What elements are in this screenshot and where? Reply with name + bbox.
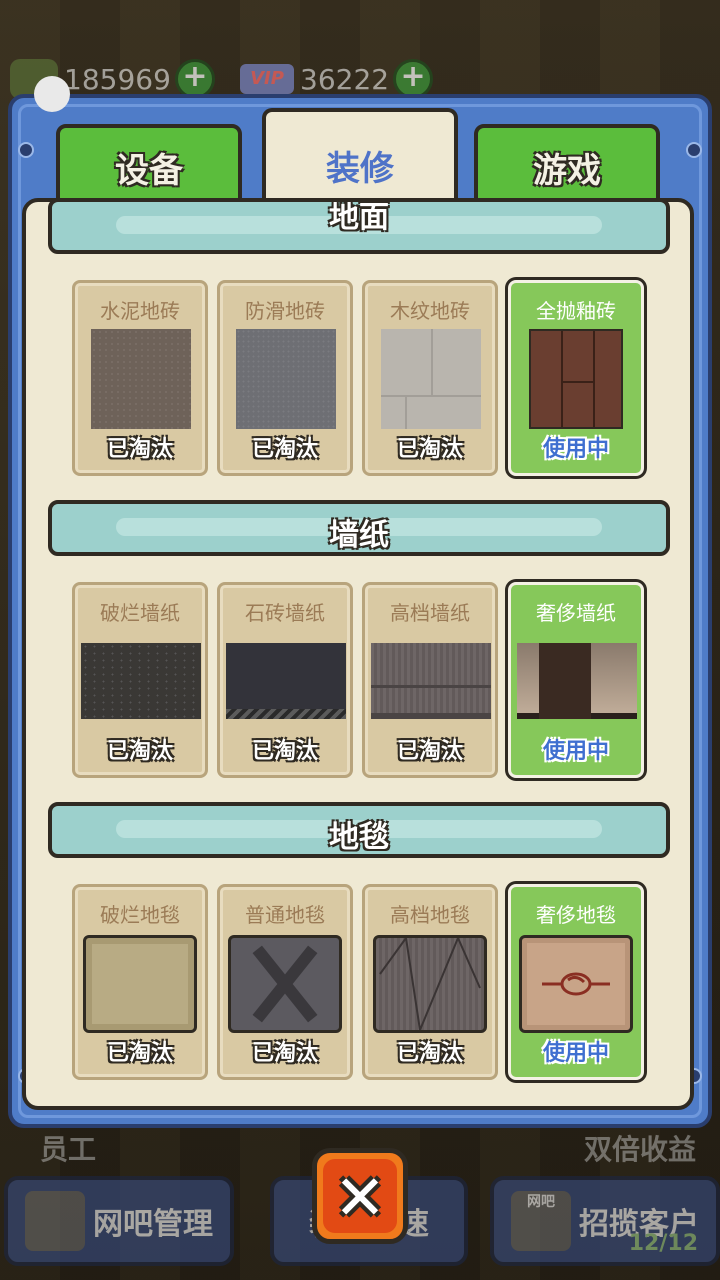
item-status: 已淘汰 xyxy=(396,739,463,764)
section-header-floor: 地面 xyxy=(48,200,670,254)
carpet-item-normal[interactable]: 普通地毯 已淘汰 xyxy=(217,884,353,1080)
x-pattern-icon xyxy=(252,945,318,1023)
luxury-wallpaper-swatch xyxy=(517,643,637,719)
item-status: 使用中 xyxy=(542,1041,609,1066)
premium-carpet-swatch xyxy=(373,935,487,1033)
item-name: 全抛釉砖 xyxy=(536,299,616,323)
item-name: 普通地毯 xyxy=(245,903,325,927)
carpet-item-luxury[interactable]: 奢侈地毯 使用中 xyxy=(508,884,644,1080)
staff-label: 员工 xyxy=(40,1133,97,1166)
vip-icon: VIP xyxy=(240,64,294,94)
woodgrain-tile-swatch xyxy=(381,329,481,429)
item-status: 已淘汰 xyxy=(396,437,463,462)
section-title: 墙纸 xyxy=(329,518,389,553)
item-status: 已淘汰 xyxy=(251,437,318,462)
item-name: 高档墙纸 xyxy=(390,601,470,625)
recruit-button[interactable]: 网吧 招揽客户 12/12 xyxy=(490,1176,720,1266)
item-status: 已淘汰 xyxy=(106,437,173,462)
section-header-carpet: 地毯 xyxy=(48,802,670,858)
decoration-panel[interactable]: 地面 水泥地砖 已淘汰 防滑地砖 已淘汰 木纹地砖 已淘汰 全抛釉砖 使用中 墙… xyxy=(22,198,694,1110)
item-name: 破烂墙纸 xyxy=(100,601,180,625)
carpet-item-shabby[interactable]: 破烂地毯 已淘汰 xyxy=(72,884,208,1080)
section-title: 地面 xyxy=(329,200,389,235)
item-status: 已淘汰 xyxy=(251,1041,318,1066)
coin-count: 185969 xyxy=(64,62,171,96)
item-name: 木纹地砖 xyxy=(390,299,470,323)
bolt-icon xyxy=(18,142,34,158)
glazed-tile-swatch xyxy=(529,329,623,429)
normal-carpet-swatch xyxy=(228,935,342,1033)
item-name: 奢侈墙纸 xyxy=(536,601,616,625)
premium-wallpaper-swatch xyxy=(371,643,491,719)
add-vip-button[interactable]: + xyxy=(393,59,434,99)
item-name: 防滑地砖 xyxy=(245,299,325,323)
floating-assist-dot[interactable] xyxy=(34,76,70,112)
item-name: 破烂地毯 xyxy=(100,903,180,927)
close-button[interactable]: ✕ xyxy=(312,1148,408,1244)
wallpaper-item-luxury[interactable]: 奢侈墙纸 使用中 xyxy=(508,582,644,778)
close-icon: ✕ xyxy=(334,1161,386,1234)
item-status: 已淘汰 xyxy=(106,1041,173,1066)
section-header-wallpaper: 墙纸 xyxy=(48,500,670,556)
cement-tile-swatch xyxy=(91,329,191,429)
wallpaper-item-shabby[interactable]: 破烂墙纸 已淘汰 xyxy=(72,582,208,778)
vip-count: 36222 xyxy=(300,62,390,96)
item-name: 高档地毯 xyxy=(390,903,470,927)
shabby-wallpaper-swatch xyxy=(81,643,201,719)
wallpaper-item-stone[interactable]: 石砖墙纸 已淘汰 xyxy=(217,582,353,778)
vip-resource: VIP 36222 + xyxy=(240,59,434,99)
item-name: 奢侈地毯 xyxy=(536,903,616,927)
item-name: 水泥地砖 xyxy=(100,299,180,323)
manage-button[interactable]: 网吧管理 xyxy=(4,1176,234,1266)
floor-item-woodgrain[interactable]: 木纹地砖 已淘汰 xyxy=(362,280,498,476)
item-status: 已淘汰 xyxy=(106,739,173,764)
item-status: 使用中 xyxy=(542,739,609,764)
section-title: 地毯 xyxy=(329,820,389,855)
floor-item-glazed[interactable]: 全抛釉砖 使用中 xyxy=(508,280,644,476)
item-name: 石砖墙纸 xyxy=(245,601,325,625)
shabby-carpet-swatch xyxy=(83,935,197,1033)
stone-wallpaper-swatch xyxy=(226,643,346,719)
carpet-item-premium[interactable]: 高档地毯 已淘汰 xyxy=(362,884,498,1080)
item-status: 使用中 xyxy=(542,437,609,462)
add-coins-button[interactable]: + xyxy=(174,59,215,99)
floor-item-antislip[interactable]: 防滑地砖 已淘汰 xyxy=(217,280,353,476)
emblem-icon xyxy=(542,972,610,996)
luxury-carpet-swatch xyxy=(519,935,633,1033)
shop-icon: 网吧 xyxy=(511,1191,571,1251)
item-status: 已淘汰 xyxy=(396,1041,463,1066)
floor-item-cement[interactable]: 水泥地砖 已淘汰 xyxy=(72,280,208,476)
guest-count: 12/12 xyxy=(628,1231,698,1256)
manage-button-label: 网吧管理 xyxy=(93,1207,213,1242)
diagonal-pattern-icon xyxy=(379,937,481,1031)
double-income-label: 双倍收益 xyxy=(584,1133,697,1166)
hammer-icon xyxy=(25,1191,85,1251)
antislip-tile-swatch xyxy=(236,329,336,429)
wallpaper-item-premium[interactable]: 高档墙纸 已淘汰 xyxy=(362,582,498,778)
bolt-icon xyxy=(686,142,702,158)
item-status: 已淘汰 xyxy=(251,739,318,764)
